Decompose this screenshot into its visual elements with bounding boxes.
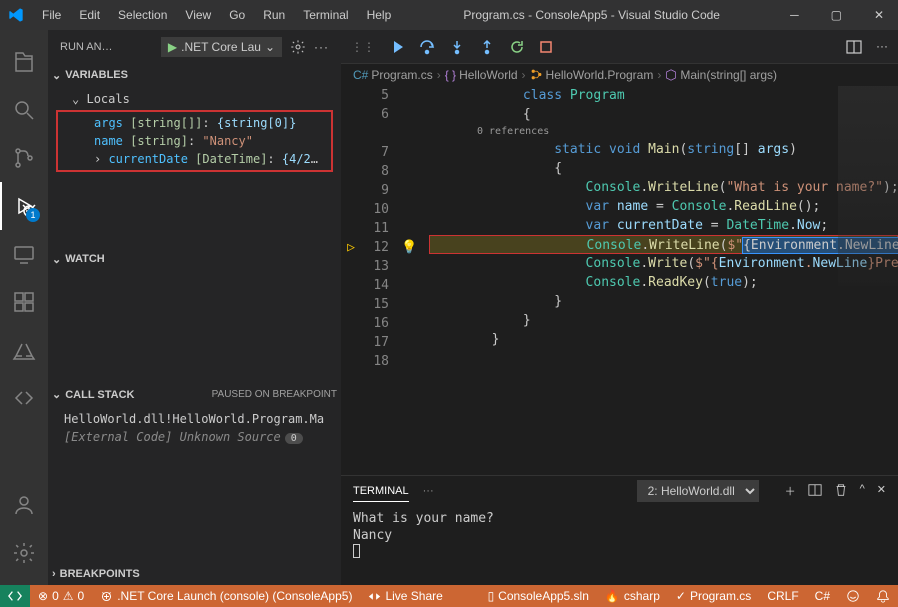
breadcrumb-class: HelloWorld.Program (530, 68, 654, 82)
step-out-button[interactable] (479, 39, 495, 55)
problems-indicator[interactable]: ⊗0 ⚠0 (30, 589, 92, 603)
terminal-select[interactable]: 2: HelloWorld.dll (637, 480, 759, 502)
close-panel-icon[interactable]: ✕ (877, 483, 886, 499)
more-actions-icon[interactable]: ··· (876, 39, 888, 55)
variables-highlight-box: args [string[]]: {string[0]} name [strin… (56, 110, 333, 172)
more-icon[interactable]: ··· (314, 40, 329, 54)
search-icon[interactable] (0, 86, 48, 134)
breadcrumb-namespace: { }HelloWorld (445, 68, 518, 82)
terminal-output[interactable]: What is your name? Nancy (341, 506, 898, 585)
extensions-icon[interactable] (0, 278, 48, 326)
maximize-button[interactable]: ▢ (825, 4, 848, 26)
feedback-icon[interactable] (838, 589, 868, 603)
chevron-down-icon: ⌄ (52, 253, 61, 266)
solution-indicator[interactable]: ▯ConsoleApp5.sln (480, 589, 597, 603)
chevron-right-icon: › (52, 568, 56, 580)
launch-config-label: .NET Core Lau (181, 40, 261, 54)
debug-sidebar: RUN AN… ▶ .NET Core Lau ⌄ ··· ⌄ VARIABLE… (48, 30, 341, 585)
run-debug-icon[interactable]: 1 (0, 182, 48, 230)
variable-row[interactable]: name [string]: "Nancy" (58, 132, 331, 150)
panel-more-icon[interactable]: ··· (423, 481, 434, 501)
debug-badge: 1 (26, 208, 40, 222)
activity-bar: 1 (0, 30, 48, 585)
maximize-panel-icon[interactable]: ^ (860, 483, 865, 499)
main-menu: FileEditSelectionViewGoRunTerminalHelp (34, 4, 399, 26)
step-over-button[interactable] (419, 39, 435, 55)
menu-file[interactable]: File (34, 4, 69, 26)
play-icon: ▶ (168, 40, 177, 54)
menu-edit[interactable]: Edit (71, 4, 108, 26)
terminal-tab[interactable]: TERMINAL (353, 481, 409, 502)
close-button[interactable]: ✕ (868, 4, 890, 26)
variable-row[interactable]: args [string[]]: {string[0]} (58, 114, 331, 132)
liveshare-icon[interactable] (0, 374, 48, 422)
breadcrumb-method: Main(string[] args) (665, 68, 777, 82)
minimize-button[interactable]: ─ (784, 4, 805, 26)
explorer-icon[interactable] (0, 38, 48, 86)
continue-button[interactable] (389, 39, 405, 55)
callstack-header[interactable]: ⌄ CALL STACK PAUSED ON BREAKPOINT (48, 384, 341, 406)
code-editor[interactable]: ▷56789101112131415161718💡 class Program … (341, 86, 898, 475)
breadcrumb-file: C#Program.cs (353, 68, 433, 82)
callstack-status: PAUSED ON BREAKPOINT (212, 389, 337, 400)
chevron-down-icon: ⌄ (72, 92, 79, 106)
menu-go[interactable]: Go (221, 4, 253, 26)
terminal-panel: TERMINAL ··· 2: HelloWorld.dll ＋ ^ ✕ Wha… (341, 475, 898, 585)
stop-button[interactable] (539, 40, 553, 54)
menu-run[interactable]: Run (255, 4, 293, 26)
source-control-icon[interactable] (0, 134, 48, 182)
liveshare-indicator[interactable]: Live Share (360, 589, 450, 603)
status-bar: ⊗0 ⚠0 .NET Core Launch (console) (Consol… (0, 585, 898, 607)
debug-launch-indicator[interactable]: .NET Core Launch (console) (ConsoleApp5) (92, 589, 360, 603)
window-controls: ─ ▢ ✕ (784, 4, 890, 26)
menu-help[interactable]: Help (359, 4, 400, 26)
variables-header[interactable]: ⌄ VARIABLES (48, 64, 341, 86)
chevron-down-icon: ⌄ (52, 69, 61, 82)
eol-indicator[interactable]: CRLF (759, 589, 806, 603)
chevron-down-icon: ⌄ (265, 40, 275, 54)
menu-terminal[interactable]: Terminal (295, 4, 356, 26)
callstack-row[interactable]: HelloWorld.dll!HelloWorld.Program.Ma (48, 410, 341, 428)
window-title: Program.cs - ConsoleApp5 - Visual Studio… (399, 8, 784, 22)
vscode-logo-icon (8, 7, 24, 23)
remote-icon[interactable] (0, 230, 48, 278)
launch-config-dropdown[interactable]: ▶ .NET Core Lau ⌄ (161, 37, 282, 57)
callstack-row[interactable]: [External Code] Unknown Source0 (48, 428, 341, 446)
split-editor-icon[interactable] (846, 39, 862, 55)
testing-icon[interactable] (0, 326, 48, 374)
language-mode[interactable]: C# (807, 589, 838, 603)
accounts-icon[interactable] (0, 481, 48, 529)
kill-terminal-icon[interactable] (834, 483, 848, 499)
step-into-button[interactable] (449, 39, 465, 55)
remote-indicator[interactable] (0, 585, 30, 607)
menu-view[interactable]: View (177, 4, 219, 26)
menu-selection[interactable]: Selection (110, 4, 175, 26)
sidebar-title: RUN AN… (60, 41, 153, 53)
file-indicator[interactable]: ✓Program.cs (668, 589, 759, 603)
settings-gear-icon[interactable] (0, 529, 48, 577)
watch-header[interactable]: ⌄ WATCH (48, 248, 341, 270)
restart-button[interactable] (509, 39, 525, 55)
breakpoints-header[interactable]: › BREAKPOINTS (48, 563, 341, 585)
locals-scope[interactable]: ⌄ Locals (48, 90, 341, 108)
notifications-icon[interactable] (868, 589, 898, 603)
split-terminal-icon[interactable] (808, 483, 822, 499)
title-bar: FileEditSelectionViewGoRunTerminalHelp P… (0, 0, 898, 30)
editor-area: ⋮⋮ ··· C#Program.cs › { }HelloWorld › He… (341, 30, 898, 585)
new-terminal-icon[interactable]: ＋ (785, 483, 796, 499)
chevron-down-icon: ⌄ (52, 388, 61, 401)
variable-row[interactable]: › currentDate [DateTime]: {4/26/202… (58, 150, 331, 168)
debug-toolbar: ⋮⋮ ··· (341, 30, 898, 64)
breadcrumbs[interactable]: C#Program.cs › { }HelloWorld › HelloWorl… (341, 64, 898, 86)
gear-icon[interactable] (290, 39, 306, 55)
csharp-lang-indicator[interactable]: 🔥csharp (597, 589, 668, 603)
minimap[interactable] (838, 86, 898, 286)
grip-icon[interactable]: ⋮⋮ (351, 40, 375, 54)
